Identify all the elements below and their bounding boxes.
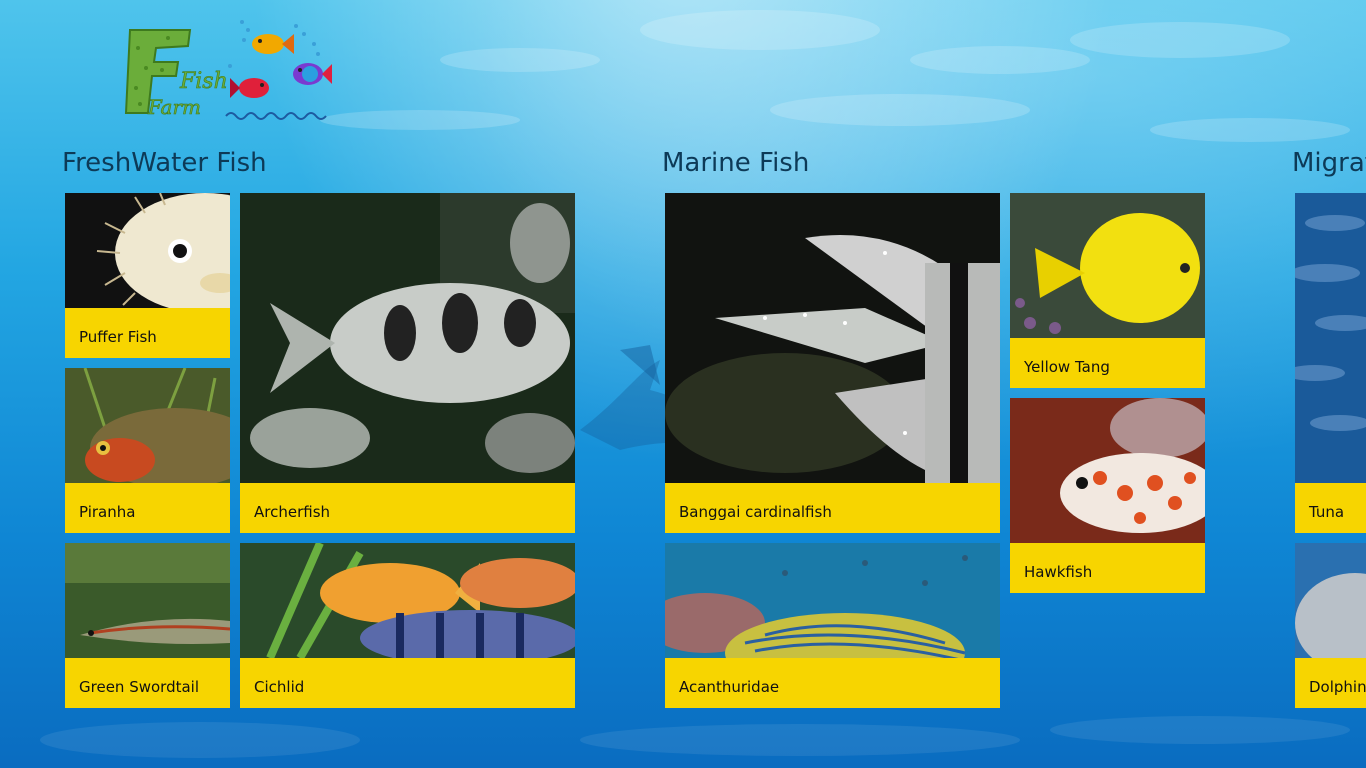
archerfish-image [240,193,575,483]
tuna-image [1295,193,1366,483]
tile-dolphin[interactable]: Dolphin [1295,543,1366,708]
tile-tuna[interactable]: Tuna [1295,193,1366,533]
tile-label: Dolphin [1295,658,1366,708]
tile-label: Piranha [65,483,230,533]
tile-piranha[interactable]: Piranha [65,368,230,533]
hub-scroll-area[interactable]: FreshWater Fish Marine Fish Migrat Puffe… [0,0,1366,768]
piranha-image [65,368,230,483]
tile-archerfish[interactable]: Archerfish [240,193,575,533]
tile-label: Banggai cardinalfish [665,483,1000,533]
tile-acanthuridae[interactable]: Acanthuridae [665,543,1000,708]
yellow-tang-image [1010,193,1205,338]
tile-label: Green Swordtail [65,658,230,708]
tile-cichlid[interactable]: Cichlid [240,543,575,708]
green-swordtail-image [65,543,230,658]
tile-label: Tuna [1295,483,1366,533]
tile-hawkfish[interactable]: Hawkfish [1010,398,1205,593]
hawkfish-image [1010,398,1205,543]
tile-banggai-cardinalfish[interactable]: Banggai cardinalfish [665,193,1000,533]
tile-yellow-tang[interactable]: Yellow Tang [1010,193,1205,388]
acanthuridae-image [665,543,1000,658]
tile-puffer-fish[interactable]: Puffer Fish [65,193,230,358]
tile-label: Hawkfish [1010,543,1205,593]
group-title-migratory[interactable]: Migrat [1292,148,1366,178]
tile-label: Yellow Tang [1010,338,1205,388]
tile-green-swordtail[interactable]: Green Swordtail [65,543,230,708]
puffer-fish-image [65,193,230,308]
cichlid-image [240,543,575,658]
tile-label: Puffer Fish [65,308,230,358]
group-title-freshwater[interactable]: FreshWater Fish [62,148,267,178]
banggai-cardinalfish-image [665,193,1000,483]
tile-label: Archerfish [240,483,575,533]
tile-label: Acanthuridae [665,658,1000,708]
group-title-marine[interactable]: Marine Fish [662,148,809,178]
dolphin-image [1295,543,1366,658]
tile-label: Cichlid [240,658,575,708]
